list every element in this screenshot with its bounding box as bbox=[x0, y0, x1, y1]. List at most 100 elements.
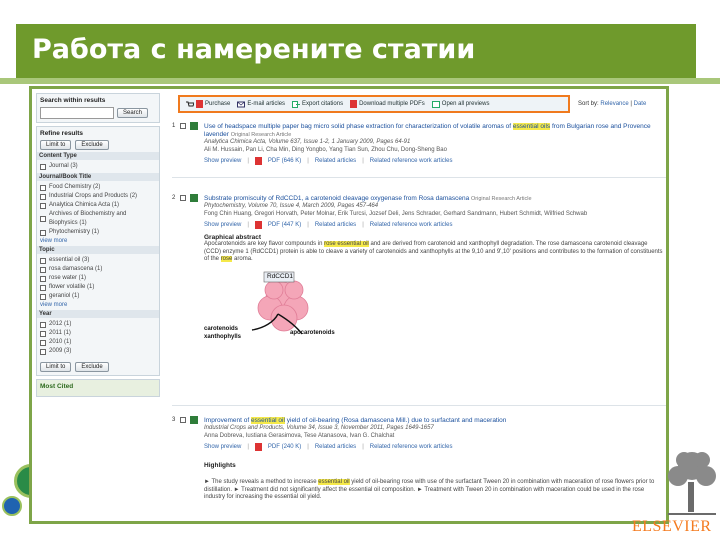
exclude-button[interactable]: Exclude bbox=[75, 140, 109, 150]
checkbox[interactable] bbox=[40, 330, 46, 337]
checkbox[interactable] bbox=[40, 339, 46, 346]
highlights-text: ► The study reveals a method to increase… bbox=[204, 479, 655, 500]
search-within-results: Search within results Search bbox=[36, 93, 160, 123]
result-title[interactable]: Improvement of essential oil yield of oi… bbox=[204, 417, 664, 425]
export-citations-button[interactable]: Export citations bbox=[292, 100, 343, 108]
view-more-link[interactable]: view more bbox=[40, 238, 156, 244]
facet-header-content-type: Content Type bbox=[37, 152, 159, 160]
pdf-icon bbox=[350, 100, 358, 108]
facet-item[interactable]: 2011 (1) bbox=[40, 329, 156, 338]
facet-item[interactable]: Industrial Crops and Products (2) bbox=[40, 192, 156, 201]
facet-item[interactable]: 2009 (3) bbox=[40, 347, 156, 356]
refine-sidebar: Search within results Search Refine resu… bbox=[36, 93, 160, 521]
checkbox[interactable] bbox=[40, 163, 46, 170]
facet-item[interactable]: rosa damascena (1) bbox=[40, 265, 156, 274]
results-toolbar: Purchase E-mail articles Export citation… bbox=[178, 95, 570, 113]
facet-item[interactable]: 2010 (1) bbox=[40, 338, 156, 347]
related-reference-link[interactable]: Related reference work articles bbox=[370, 156, 453, 166]
download-pdfs-button[interactable]: Download multiple PDFs bbox=[350, 100, 425, 108]
cart-icon bbox=[186, 101, 194, 106]
pdf-icon bbox=[254, 157, 262, 165]
graphical-abstract-heading: Graphical abstract bbox=[204, 234, 262, 241]
facet-item[interactable]: Journal (3) bbox=[40, 162, 156, 171]
checkbox[interactable] bbox=[40, 284, 46, 291]
checkbox[interactable] bbox=[40, 257, 46, 264]
export-icon bbox=[292, 100, 301, 108]
document-icon bbox=[190, 416, 198, 424]
pdf-icon bbox=[254, 221, 262, 229]
result-checkbox[interactable] bbox=[180, 123, 186, 129]
search-within-input[interactable] bbox=[40, 107, 114, 119]
checkbox[interactable] bbox=[40, 193, 46, 200]
checkbox[interactable] bbox=[40, 216, 46, 222]
highlights-heading: Highlights bbox=[204, 462, 236, 469]
limit-to-button[interactable]: Limit to bbox=[40, 140, 72, 150]
email-articles-button[interactable]: E-mail articles bbox=[237, 101, 285, 108]
checkbox[interactable] bbox=[40, 321, 46, 328]
graphical-abstract-figure: RdCCD1 carotenoids xanthophylls apocarot… bbox=[204, 268, 344, 346]
view-more-link[interactable]: view more bbox=[40, 302, 156, 308]
facet-header-year: Year bbox=[37, 310, 159, 318]
carotenoids-label: carotenoids bbox=[204, 325, 239, 332]
checkbox[interactable] bbox=[40, 266, 46, 273]
open-previews-button[interactable]: Open all previews bbox=[431, 100, 489, 108]
limit-to-button-bottom[interactable]: Limit to bbox=[40, 362, 72, 372]
slide-title: Работа с намерените статии bbox=[32, 34, 476, 65]
checkbox[interactable] bbox=[40, 202, 46, 209]
checkbox[interactable] bbox=[40, 184, 46, 191]
facet-item[interactable]: geraniol (1) bbox=[40, 292, 156, 301]
facet-item[interactable]: 2012 (1) bbox=[40, 320, 156, 329]
pdf-icon bbox=[254, 443, 262, 451]
divider bbox=[172, 177, 666, 178]
most-cited-box[interactable]: Most Cited bbox=[36, 379, 160, 397]
result-title[interactable]: Substrate promiscuity of RdCCD1, a carot… bbox=[204, 195, 664, 203]
facet-item[interactable]: flower volatile (1) bbox=[40, 283, 156, 292]
checkbox[interactable] bbox=[40, 229, 46, 236]
sciencedirect-screenshot: Search within results Search Refine resu… bbox=[29, 86, 669, 524]
related-reference-link[interactable]: Related reference work articles bbox=[370, 220, 453, 230]
related-reference-link[interactable]: Related reference work articles bbox=[370, 442, 453, 452]
related-articles-link[interactable]: Related articles bbox=[315, 442, 356, 452]
result-links: Show preview | PDF (447 K) | Related artic… bbox=[204, 220, 453, 230]
purchase-button[interactable]: Purchase bbox=[186, 100, 230, 108]
document-icon bbox=[190, 194, 198, 202]
facet-item[interactable]: essential oil (3) bbox=[40, 256, 156, 265]
facet-item[interactable]: Archives of Biochemistry and Biophysics … bbox=[40, 210, 156, 228]
slide-title-bar: Работа с намерените статии bbox=[16, 24, 696, 80]
search-button[interactable]: Search bbox=[117, 108, 149, 118]
result-checkbox[interactable] bbox=[180, 195, 186, 201]
facet-item[interactable]: Phytochemistry (1) bbox=[40, 228, 156, 237]
result-checkbox[interactable] bbox=[180, 417, 186, 423]
facet-item[interactable]: rose water (1) bbox=[40, 274, 156, 283]
show-preview-link[interactable]: Show preview bbox=[204, 220, 241, 230]
facet-item[interactable]: Food Chemistry (2) bbox=[40, 183, 156, 192]
related-articles-link[interactable]: Related articles bbox=[315, 156, 356, 166]
facet-item[interactable]: Analytica Chimica Acta (1) bbox=[40, 201, 156, 210]
facet-header-journal: Journal/Book Title bbox=[37, 173, 159, 181]
result-links: Show preview | PDF (240 K) | Related artic… bbox=[204, 442, 453, 452]
elsevier-tree-logo bbox=[668, 452, 716, 515]
checkbox[interactable] bbox=[40, 275, 46, 282]
pdf-link[interactable]: PDF (240 K) bbox=[268, 442, 301, 452]
checkbox[interactable] bbox=[40, 293, 46, 300]
exclude-button-bottom[interactable]: Exclude bbox=[75, 362, 109, 372]
document-icon bbox=[190, 122, 198, 130]
show-preview-link[interactable]: Show preview bbox=[204, 442, 241, 452]
show-preview-link[interactable]: Show preview bbox=[204, 156, 241, 166]
elsevier-wordmark: ELSEVIER bbox=[632, 518, 712, 535]
related-articles-link[interactable]: Related articles bbox=[315, 220, 356, 230]
pdf-link[interactable]: PDF (646 K) bbox=[268, 156, 301, 166]
graphical-abstract-text: Apocarotenoids are key flavor compounds … bbox=[204, 241, 663, 262]
xanthophylls-label: xanthophylls bbox=[204, 333, 242, 340]
result-title[interactable]: Use of headspace multiple paper bag micr… bbox=[204, 123, 664, 139]
checkbox[interactable] bbox=[40, 348, 46, 355]
pdf-link[interactable]: PDF (447 K) bbox=[268, 220, 301, 230]
sort-date-link[interactable]: Date bbox=[634, 101, 647, 107]
refine-results: Refine results Limit to Exclude Content … bbox=[36, 126, 160, 376]
preview-icon bbox=[431, 100, 440, 108]
pdf-icon bbox=[196, 100, 203, 108]
sort-relevance-link[interactable]: Relevance bbox=[600, 101, 628, 107]
enzyme-label: RdCCD1 bbox=[267, 272, 294, 280]
result-links: Show preview | PDF (646 K) | Related artic… bbox=[204, 156, 453, 166]
divider bbox=[172, 405, 666, 406]
